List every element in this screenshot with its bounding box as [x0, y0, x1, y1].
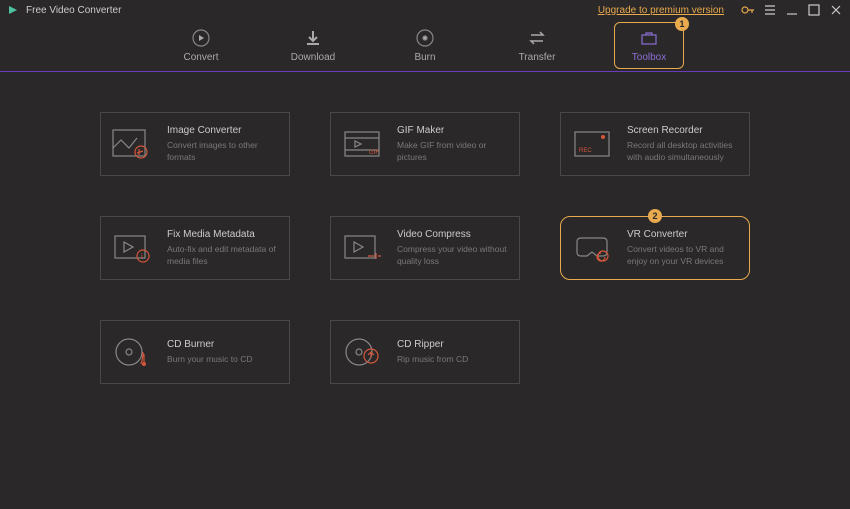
tool-image-converter[interactable]: Image Converter Convert images to other … [100, 112, 290, 176]
nav-transfer[interactable]: Transfer [502, 28, 572, 63]
card-title: VR Converter [627, 229, 739, 240]
convert-icon [191, 28, 211, 48]
cd-ripper-icon [341, 334, 385, 370]
svg-text:i: i [141, 252, 143, 261]
image-converter-icon [111, 126, 155, 162]
toolbox-icon [639, 28, 659, 48]
nav-burn[interactable]: Burn [390, 28, 460, 63]
tool-gif-maker[interactable]: GIF GIF Maker Make GIF from video or pic… [330, 112, 520, 176]
video-compress-icon [341, 230, 385, 266]
app-logo-icon [6, 3, 20, 17]
card-title: Image Converter [167, 125, 279, 136]
tool-screen-recorder[interactable]: REC Screen Recorder Record all desktop a… [560, 112, 750, 176]
cd-burner-icon [111, 334, 155, 370]
burn-icon [415, 28, 435, 48]
card-desc: Burn your music to CD [167, 354, 253, 365]
card-title: Screen Recorder [627, 125, 739, 136]
card-title: GIF Maker [397, 125, 509, 136]
card-desc: Record all desktop activities with audio… [627, 140, 739, 162]
card-desc: Convert videos to VR and enjoy on your V… [627, 244, 739, 266]
nav-toolbox[interactable]: Toolbox 1 [614, 22, 684, 69]
minimize-icon[interactable] [784, 2, 800, 18]
tool-fix-metadata[interactable]: i Fix Media Metadata Auto-fix and edit m… [100, 216, 290, 280]
main-nav: Convert Download Burn Transfer Toolbox 1 [0, 20, 850, 72]
nav-convert[interactable]: Convert [166, 28, 236, 63]
premium-link[interactable]: Upgrade to premium version [598, 5, 724, 16]
tool-cd-ripper[interactable]: CD Ripper Rip music from CD [330, 320, 520, 384]
close-icon[interactable] [828, 2, 844, 18]
gif-maker-icon: GIF [341, 126, 385, 162]
card-desc: Auto-fix and edit metadata of media file… [167, 244, 279, 266]
transfer-icon [527, 28, 547, 48]
card-desc: Compress your video without quality loss [397, 244, 509, 266]
key-icon[interactable] [740, 2, 756, 18]
card-desc: Rip music from CD [397, 354, 468, 365]
card-title: Fix Media Metadata [167, 229, 279, 240]
svg-text:REC: REC [579, 148, 592, 154]
card-title: CD Burner [167, 339, 253, 350]
card-title: CD Ripper [397, 339, 468, 350]
screen-recorder-icon: REC [571, 126, 615, 162]
vr-converter-icon [571, 230, 615, 266]
fix-metadata-icon: i [111, 230, 155, 266]
tools-grid: Image Converter Convert images to other … [0, 72, 850, 424]
download-icon [303, 28, 323, 48]
maximize-icon[interactable] [806, 2, 822, 18]
card-desc: Convert images to other formats [167, 140, 279, 162]
titlebar: Free Video Converter Upgrade to premium … [0, 0, 850, 20]
badge-2: 2 [648, 209, 662, 223]
card-title: Video Compress [397, 229, 509, 240]
svg-text:GIF: GIF [369, 150, 379, 156]
badge-1: 1 [675, 17, 689, 31]
tool-cd-burner[interactable]: CD Burner Burn your music to CD [100, 320, 290, 384]
card-desc: Make GIF from video or pictures [397, 140, 509, 162]
menu-icon[interactable] [762, 2, 778, 18]
tool-video-compress[interactable]: Video Compress Compress your video witho… [330, 216, 520, 280]
app-title: Free Video Converter [26, 5, 598, 16]
tool-vr-converter[interactable]: VR Converter Convert videos to VR and en… [560, 216, 750, 280]
nav-download[interactable]: Download [278, 28, 348, 63]
